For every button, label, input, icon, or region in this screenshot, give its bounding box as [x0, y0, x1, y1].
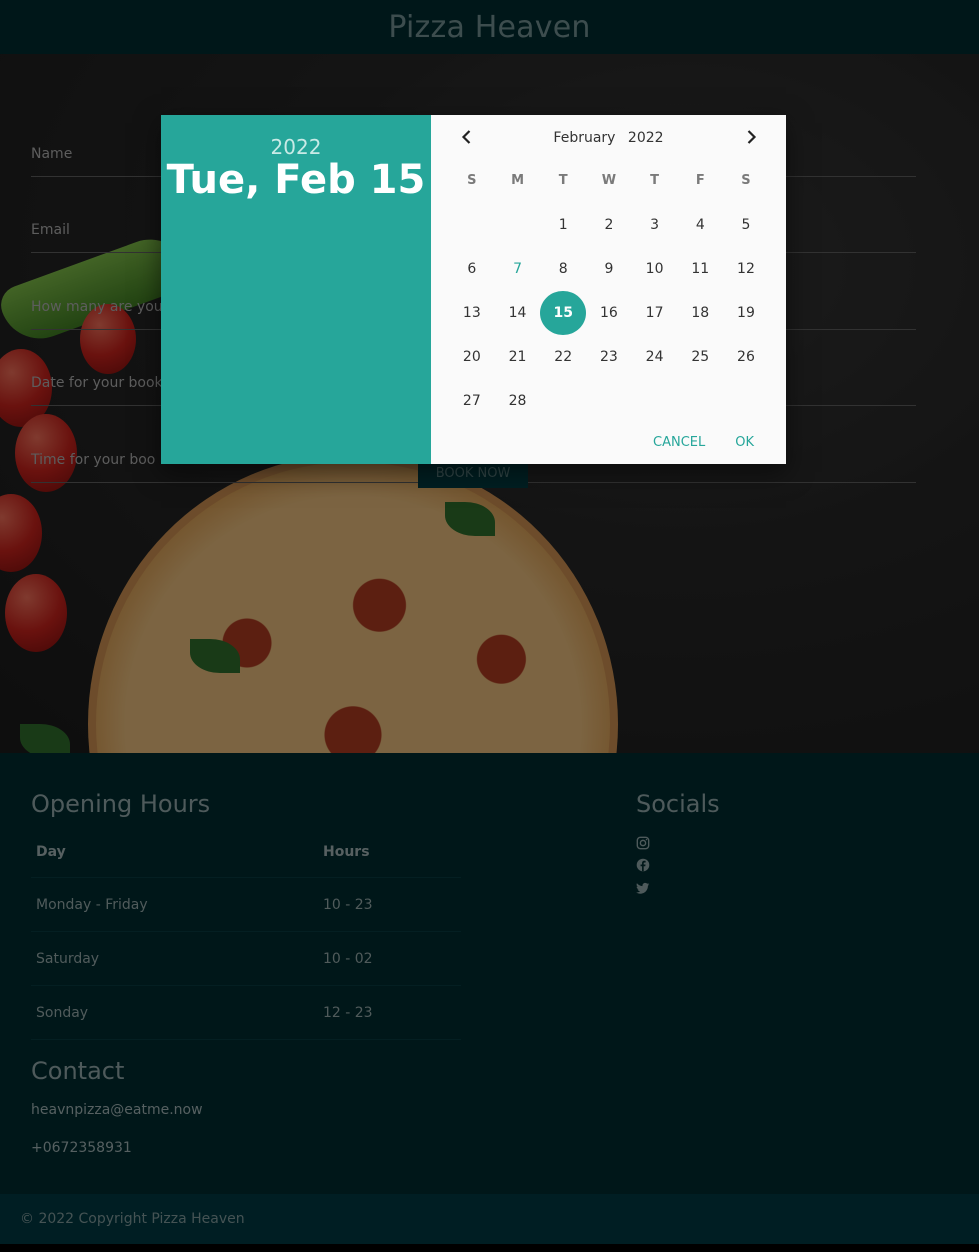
day-cell[interactable]: 18	[677, 291, 723, 335]
day-cell[interactable]: 27	[449, 379, 495, 423]
day-number: 13	[462, 305, 481, 321]
day-number: 1	[558, 217, 568, 233]
day-cell[interactable]: 11	[677, 247, 723, 291]
day-cell[interactable]: 23	[586, 335, 632, 379]
month-label: February	[553, 130, 616, 146]
day-cell[interactable]: 12	[723, 247, 769, 291]
weekday-header: SMTWTFS	[449, 173, 769, 188]
day-cell[interactable]: 1	[540, 203, 586, 247]
day-number: 10	[645, 261, 664, 277]
day-cell[interactable]: 8	[540, 247, 586, 291]
day-empty	[449, 203, 495, 247]
day-number: 20	[462, 349, 481, 365]
day-cell[interactable]: 4	[677, 203, 723, 247]
datepicker-year[interactable]: 2022	[161, 135, 431, 159]
weekday-label: F	[695, 173, 705, 188]
day-cell[interactable]: 13	[449, 291, 495, 335]
day-cell[interactable]: 3	[632, 203, 678, 247]
datepicker-actions: CANCEL OK	[653, 435, 754, 450]
day-number: 4	[695, 217, 705, 233]
day-number: 12	[737, 261, 755, 277]
weekday-label: M	[511, 173, 524, 188]
month-year: 2022	[627, 130, 664, 146]
day-number: 3	[650, 217, 660, 233]
day-cell[interactable]: 14	[495, 291, 541, 335]
day-number: 5	[741, 217, 751, 233]
day-empty	[495, 203, 541, 247]
day-cell[interactable]: 9	[586, 247, 632, 291]
day-cell[interactable]: 26	[723, 335, 769, 379]
day-number: 8	[558, 261, 568, 277]
day-cell[interactable]: 2	[586, 203, 632, 247]
day-number: 26	[737, 349, 755, 365]
day-cell[interactable]: 7	[495, 247, 541, 291]
day-number: 21	[508, 349, 527, 365]
day-number: 25	[691, 349, 710, 365]
weekday-label: T	[650, 173, 660, 188]
day-cell[interactable]: 25	[677, 335, 723, 379]
day-number: 7	[513, 261, 522, 277]
weekday-label: W	[601, 173, 617, 188]
day-cell[interactable]: 17	[632, 291, 678, 335]
day-number: 18	[691, 305, 710, 321]
datepicker-selected-date: Tue, Feb 15	[166, 157, 426, 203]
day-cell[interactable]: 22	[540, 335, 586, 379]
day-cell[interactable]: 21	[495, 335, 541, 379]
days-grid: 1 2 3 4 5 6 7 8 9 10 11 12 13 14 15 16 17 18 19 20 21 22 23 24 2…	[449, 203, 769, 423]
day-number: 14	[508, 305, 527, 321]
day-number: 9	[604, 261, 614, 277]
day-number: 19	[737, 305, 755, 321]
day-cell[interactable]: 16	[586, 291, 632, 335]
ok-button[interactable]: OK	[735, 435, 754, 450]
day-number: 23	[599, 349, 618, 365]
day-cell-selected[interactable]: 15	[540, 291, 587, 335]
datepicker-calendar: February 2022 SMTWTFS 1 2 3 4 5 6 7 8 9 10 11 12 13 1…	[431, 115, 786, 464]
datepicker-dialog: 2022 Tue, Feb 15 February 2022 SMTWTFS 1…	[161, 115, 786, 464]
day-number: 11	[691, 261, 710, 277]
month-year-label: February 2022	[431, 130, 786, 146]
day-number: 16	[599, 305, 618, 321]
day-number: 15	[540, 291, 587, 335]
day-number: 6	[467, 261, 477, 277]
day-number: 22	[554, 349, 573, 365]
day-number: 2	[604, 217, 614, 233]
datepicker-header: 2022 Tue, Feb 15	[161, 115, 431, 464]
chevron-right-icon[interactable]	[741, 127, 761, 147]
weekday-label: T	[558, 173, 568, 188]
day-cell[interactable]: 6	[449, 247, 495, 291]
day-cell[interactable]: 28	[495, 379, 541, 423]
day-cell[interactable]: 5	[723, 203, 769, 247]
cancel-button[interactable]: CANCEL	[653, 435, 705, 450]
day-cell[interactable]: 24	[632, 335, 678, 379]
day-number: 17	[645, 305, 664, 321]
day-cell[interactable]: 10	[632, 247, 678, 291]
weekday-label: S	[741, 173, 751, 188]
day-cell[interactable]: 19	[723, 291, 769, 335]
day-number: 28	[508, 393, 527, 409]
day-cell[interactable]: 20	[449, 335, 495, 379]
day-number: 27	[462, 393, 481, 409]
day-number: 24	[645, 349, 664, 365]
weekday-label: S	[467, 173, 477, 188]
